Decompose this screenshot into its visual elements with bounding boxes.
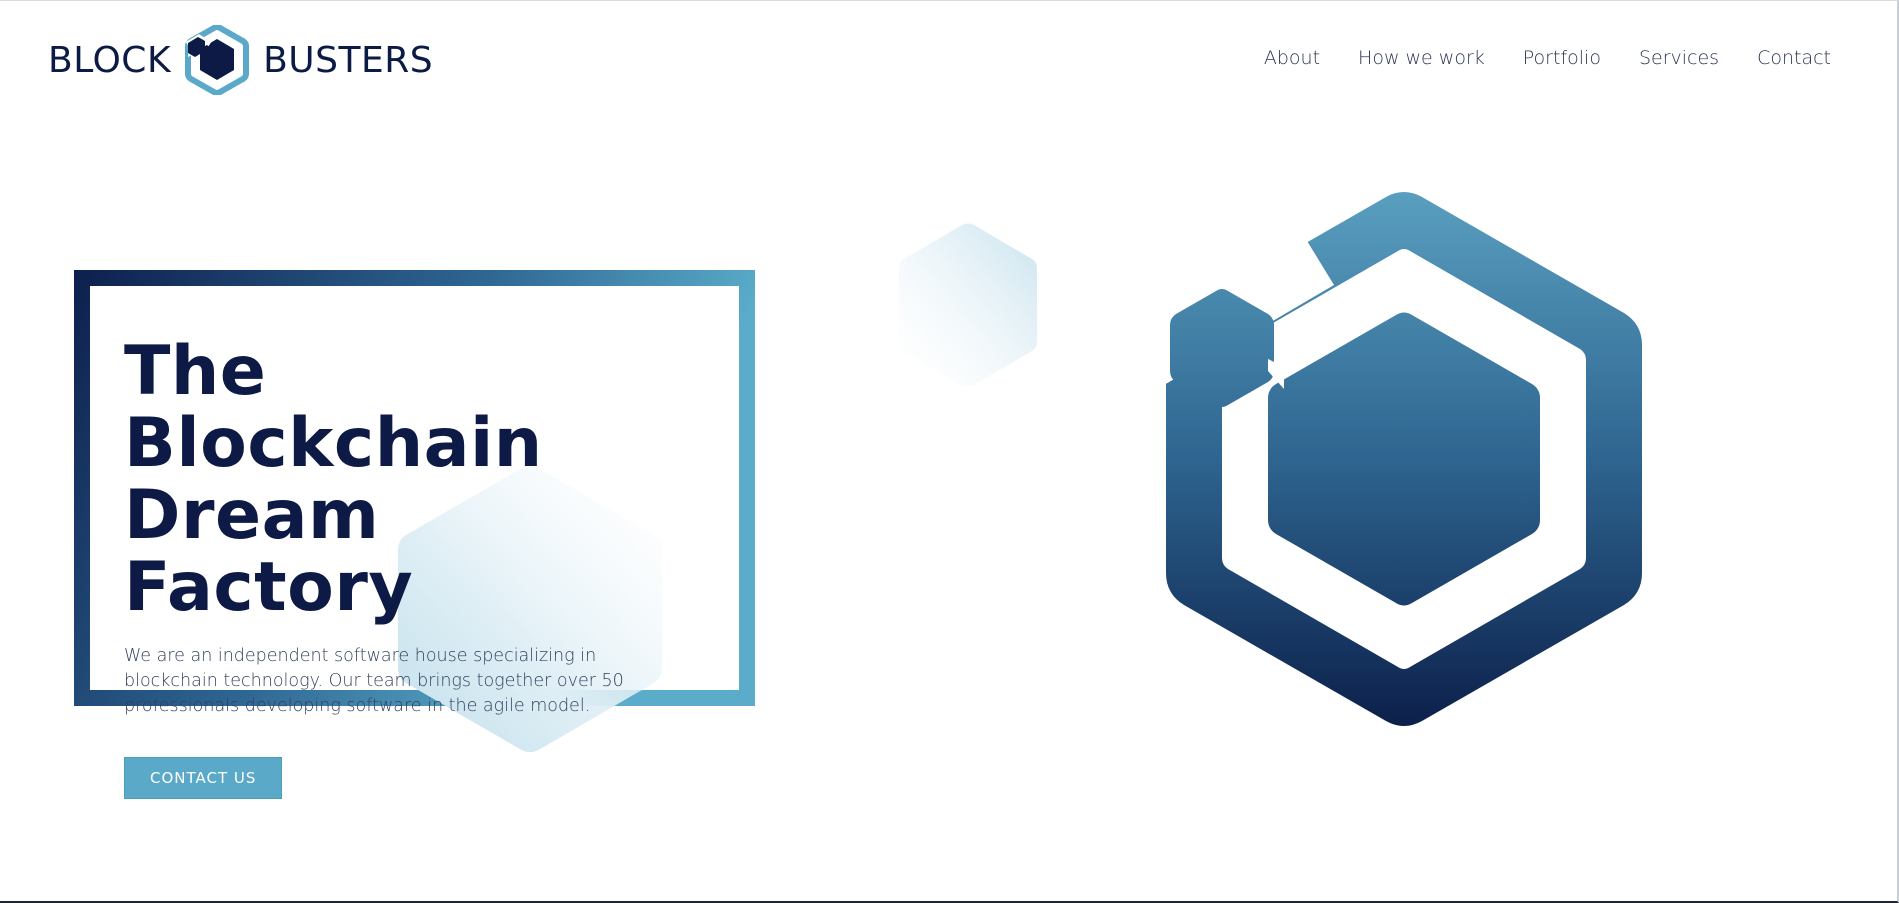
- decorative-hexagon-small: [899, 223, 1037, 387]
- contact-us-button[interactable]: CONTACT US: [124, 757, 283, 799]
- brand-logo[interactable]: BLOCK BUSTERS: [48, 25, 433, 95]
- nav-contact[interactable]: Contact: [1757, 47, 1831, 69]
- main-nav: About How we work Portfolio Services Con…: [1264, 47, 1831, 69]
- hero-card: The Blockchain Dream Factory We are an i…: [74, 270, 755, 799]
- brand-word-right: BUSTERS: [263, 39, 434, 81]
- large-hexagon-logo-icon: [1164, 189, 1648, 729]
- hero-title-line-1: The Blockchain: [124, 332, 543, 483]
- hexagon-logo-icon: [185, 25, 250, 95]
- hero-description: We are an independent software house spe…: [124, 646, 624, 716]
- hero-content: The Blockchain Dream Factory We are an i…: [124, 336, 684, 799]
- brand-word-left: BLOCK: [48, 39, 172, 81]
- nav-about[interactable]: About: [1264, 47, 1320, 69]
- nav-services[interactable]: Services: [1639, 47, 1719, 69]
- hero-title: The Blockchain Dream Factory: [124, 336, 684, 624]
- hero-title-line-2: Dream Factory: [124, 476, 414, 627]
- nav-portfolio[interactable]: Portfolio: [1523, 47, 1601, 69]
- page: BLOCK BUSTERS About How we work Portfoli…: [0, 0, 1899, 903]
- hero-card-inner: The Blockchain Dream Factory We are an i…: [90, 286, 739, 799]
- site-header: BLOCK BUSTERS About How we work Portfoli…: [0, 1, 1897, 119]
- nav-how-we-work[interactable]: How we work: [1358, 47, 1485, 69]
